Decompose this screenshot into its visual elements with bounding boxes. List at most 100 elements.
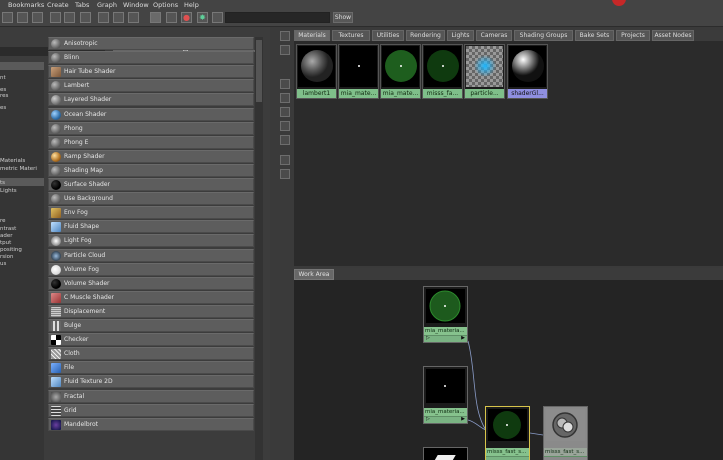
material-name: mia_mate... — [339, 89, 378, 98]
tab-projects[interactable]: Projects — [616, 30, 650, 41]
menu-create[interactable]: Create — [47, 1, 69, 9]
search-input[interactable] — [225, 12, 330, 23]
shader-list-item[interactable]: Layered Shader — [48, 93, 254, 107]
shader-list-item[interactable]: Volume Fog — [48, 262, 254, 276]
tab-textures[interactable]: Textures — [332, 30, 370, 41]
shader-list-item[interactable]: Phong — [48, 121, 254, 135]
toolbar-icon[interactable] — [280, 121, 290, 131]
shader-list-item[interactable]: Cloth — [48, 347, 254, 361]
rearrange-graph-icon[interactable] — [113, 12, 124, 23]
toolbar-icon[interactable] — [280, 45, 290, 55]
shader-list-item[interactable]: Hair Tube Shader — [48, 65, 254, 79]
toolbar-icon[interactable] — [212, 12, 223, 23]
shader-node[interactable]: mia_materia... ▷ ▶ — [423, 366, 468, 424]
render-icon[interactable]: ● — [181, 12, 192, 23]
toolbar-icon[interactable] — [280, 31, 290, 41]
shader-list-item[interactable]: Fluid Texture 2D — [48, 375, 254, 389]
create-tree: nt es res es Materials metric Materi ts Lights r… — [0, 62, 44, 460]
tab-shading-groups[interactable]: Shading Groups — [514, 30, 573, 41]
tab-utilities[interactable]: Utilities — [372, 30, 404, 41]
shader-node[interactable]: mia_materia... ▷ ▶ — [423, 286, 468, 343]
swatch-icon[interactable] — [166, 12, 177, 23]
tree-item[interactable]: rsion — [0, 254, 14, 260]
shader-list-item[interactable]: Ocean Shader — [48, 107, 254, 121]
graph-input-icon[interactable] — [64, 12, 75, 23]
menu-window[interactable]: Window — [123, 1, 149, 9]
material-swatch[interactable]: mia_mate... — [338, 44, 379, 99]
shader-list-item[interactable]: Surface Shader — [48, 178, 254, 191]
toolbar-icon[interactable] — [32, 12, 43, 23]
tree-item[interactable]: positing — [0, 247, 22, 253]
shader-node[interactable]: misss_fast_s... — [485, 406, 530, 460]
tab-rendering[interactable]: Rendering — [406, 30, 445, 41]
shader-list-item[interactable]: Light Fog — [48, 234, 254, 248]
shader-list-item[interactable]: Particle Cloud — [48, 248, 254, 262]
material-swatch[interactable]: lambert1 — [296, 44, 337, 99]
ramp-sphere-icon — [51, 151, 61, 162]
shader-list-item[interactable]: Fluid Shape — [48, 220, 254, 234]
menu-graph[interactable]: Graph — [97, 1, 117, 9]
tree-item[interactable]: re — [0, 218, 6, 224]
material-swatch[interactable]: particle... — [464, 44, 505, 99]
shader-list-item[interactable]: Volume Shader — [48, 276, 254, 290]
scrollbar-thumb[interactable] — [256, 40, 262, 102]
material-swatch[interactable]: shaderGl... — [507, 44, 548, 99]
shader-list-item[interactable]: Ramp Shader — [48, 149, 254, 163]
tab-lights[interactable]: Lights — [447, 30, 474, 41]
menu-help[interactable]: Help — [184, 1, 199, 9]
tree-item[interactable]: Lights — [0, 188, 17, 194]
graph-output-icon[interactable] — [80, 12, 91, 23]
tree-item[interactable]: ts — [0, 180, 5, 186]
toolbar-icon[interactable] — [280, 169, 290, 179]
shader-list-item[interactable]: C Muscle Shader — [48, 290, 254, 304]
menu-options[interactable]: Options — [153, 1, 178, 9]
shader-list-item[interactable]: Mandelbrot — [48, 417, 254, 431]
layout-icon[interactable] — [128, 12, 139, 23]
tab-bake-sets[interactable]: Bake Sets — [575, 30, 614, 41]
toolbar-icon[interactable] — [2, 12, 13, 23]
shader-list-item[interactable]: Shading Map — [48, 163, 254, 177]
toolbar-icon[interactable] — [280, 93, 290, 103]
shader-list-item[interactable]: Use Background — [48, 192, 254, 206]
tree-item[interactable]: es — [0, 105, 6, 111]
shader-list-item[interactable]: Grid — [48, 403, 254, 417]
toolbar-icon[interactable] — [280, 155, 290, 165]
shading-group-node[interactable]: misss_fast_s... — [543, 406, 588, 460]
tree-item[interactable]: ntrast — [0, 226, 16, 232]
menu-tabs[interactable]: Tabs — [75, 1, 89, 9]
toolbar-icon[interactable] — [280, 135, 290, 145]
tree-item[interactable]: us — [0, 261, 6, 267]
tree-item[interactable]: res — [0, 93, 8, 99]
gear-icon[interactable]: ✸ — [197, 12, 208, 23]
tabs-layout-icon[interactable] — [150, 12, 161, 23]
tab-materials[interactable]: Materials — [294, 30, 330, 41]
shader-list-item[interactable]: Lambert — [48, 79, 254, 93]
shader-list-item[interactable]: File — [48, 361, 254, 375]
shader-list-item[interactable]: Displacement — [48, 304, 254, 318]
toolbar-icon[interactable] — [280, 79, 290, 89]
tree-item[interactable]: nt — [0, 75, 6, 81]
toolbar-icon[interactable] — [280, 107, 290, 117]
toolbar-icon[interactable] — [17, 12, 28, 23]
graph-input-output-icon[interactable] — [50, 12, 61, 23]
material-swatch[interactable]: mia_mate... — [380, 44, 421, 99]
shader-list-item[interactable]: Fractal — [48, 389, 254, 403]
tree-item[interactable]: ader — [0, 233, 13, 239]
tree-item[interactable]: tput — [0, 240, 11, 246]
shader-list-item[interactable]: Blinn — [48, 51, 254, 65]
show-button[interactable]: Show — [333, 12, 353, 23]
clear-graph-icon[interactable] — [98, 12, 109, 23]
menu-bookmarks[interactable]: Bookmarks — [8, 1, 44, 9]
tab-asset-nodes[interactable]: Asset Nodes — [652, 30, 694, 41]
shader-node[interactable] — [423, 447, 468, 460]
shader-list-item[interactable]: Env Fog — [48, 206, 254, 220]
tree-item[interactable]: metric Materi — [0, 166, 37, 172]
shader-list-item[interactable]: Checker — [48, 333, 254, 347]
shader-list-item[interactable]: Bulge — [48, 319, 254, 332]
tab-cameras[interactable]: Cameras — [476, 30, 512, 41]
tree-item[interactable]: Materials — [0, 158, 25, 164]
tab-work-area[interactable]: Work Area — [294, 269, 334, 280]
shader-list-item[interactable]: Anisotropic — [48, 37, 254, 50]
material-swatch[interactable]: misss_fa... — [422, 44, 463, 99]
shader-list-item[interactable]: Phong E — [48, 135, 254, 149]
